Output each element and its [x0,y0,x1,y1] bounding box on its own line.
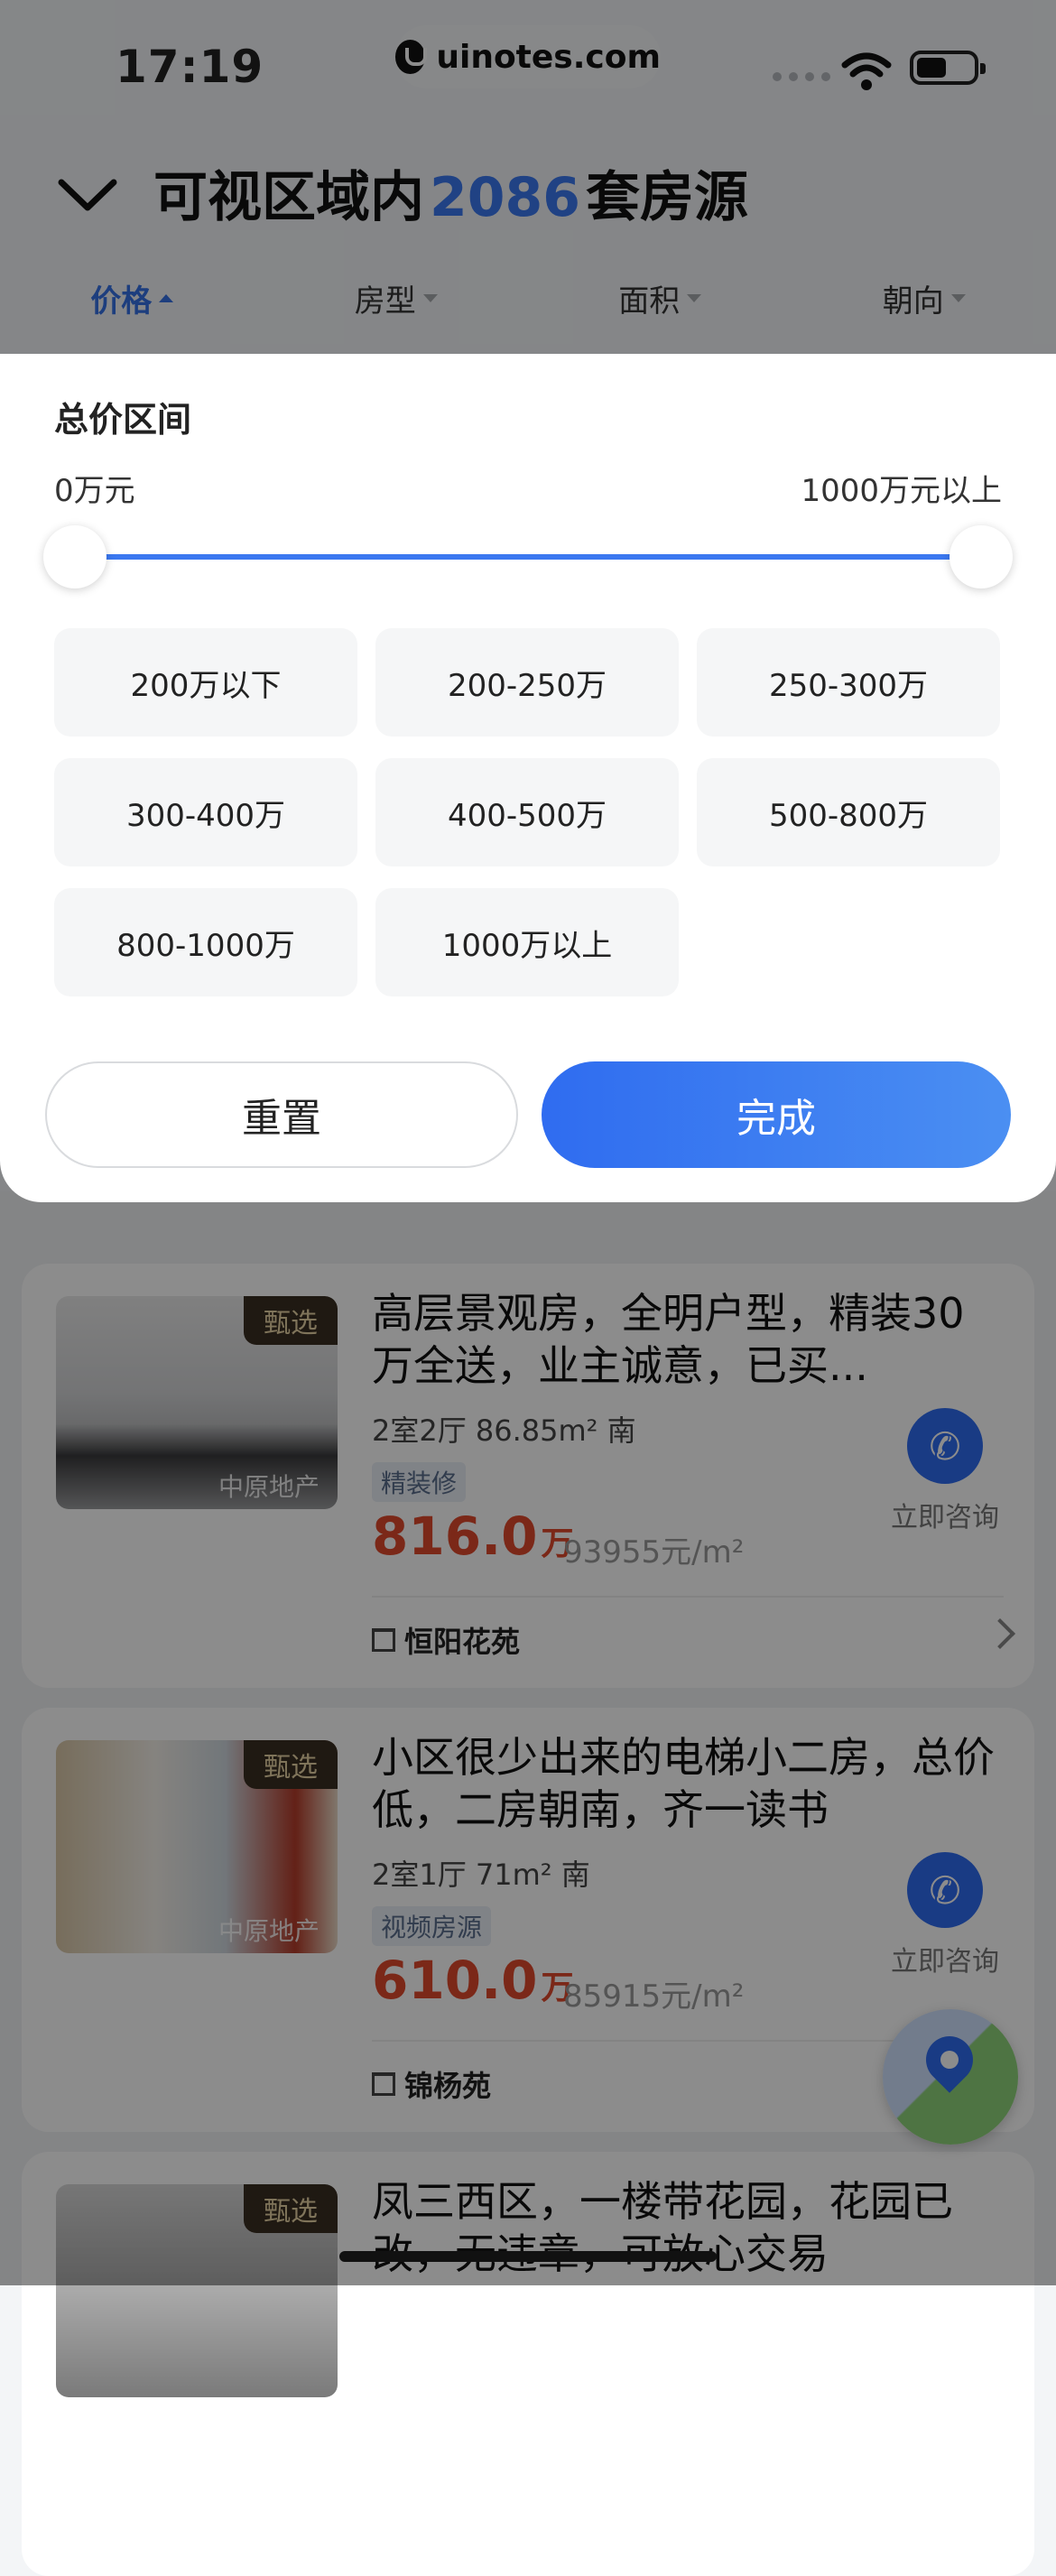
home-indicator[interactable] [339,2251,717,2262]
range-min-label: 0万元 [54,466,135,510]
price-filter-panel: 总价区间 0万元 1000万元以上 200万以下 200-250万 250-30… [0,354,1056,1202]
price-option[interactable]: 300-400万 [54,758,357,866]
slider-handle-min[interactable] [43,525,107,588]
reset-button[interactable]: 重置 [45,1061,518,1168]
done-button[interactable]: 完成 [542,1061,1011,1168]
range-max-label: 1000万元以上 [801,466,1002,510]
price-option[interactable]: 250-300万 [697,628,1000,737]
price-option[interactable]: 800-1000万 [54,888,357,996]
price-options: 200万以下 200-250万 250-300万 300-400万 400-50… [54,628,1002,996]
price-slider-track[interactable] [74,554,978,560]
section-title: 总价区间 [54,392,191,441]
price-option[interactable]: 500-800万 [697,758,1000,866]
price-option[interactable]: 400-500万 [375,758,679,866]
slider-handle-max[interactable] [949,525,1013,588]
price-option[interactable]: 200万以下 [54,628,357,737]
price-option[interactable]: 1000万以上 [375,888,679,996]
price-option[interactable]: 200-250万 [375,628,679,737]
